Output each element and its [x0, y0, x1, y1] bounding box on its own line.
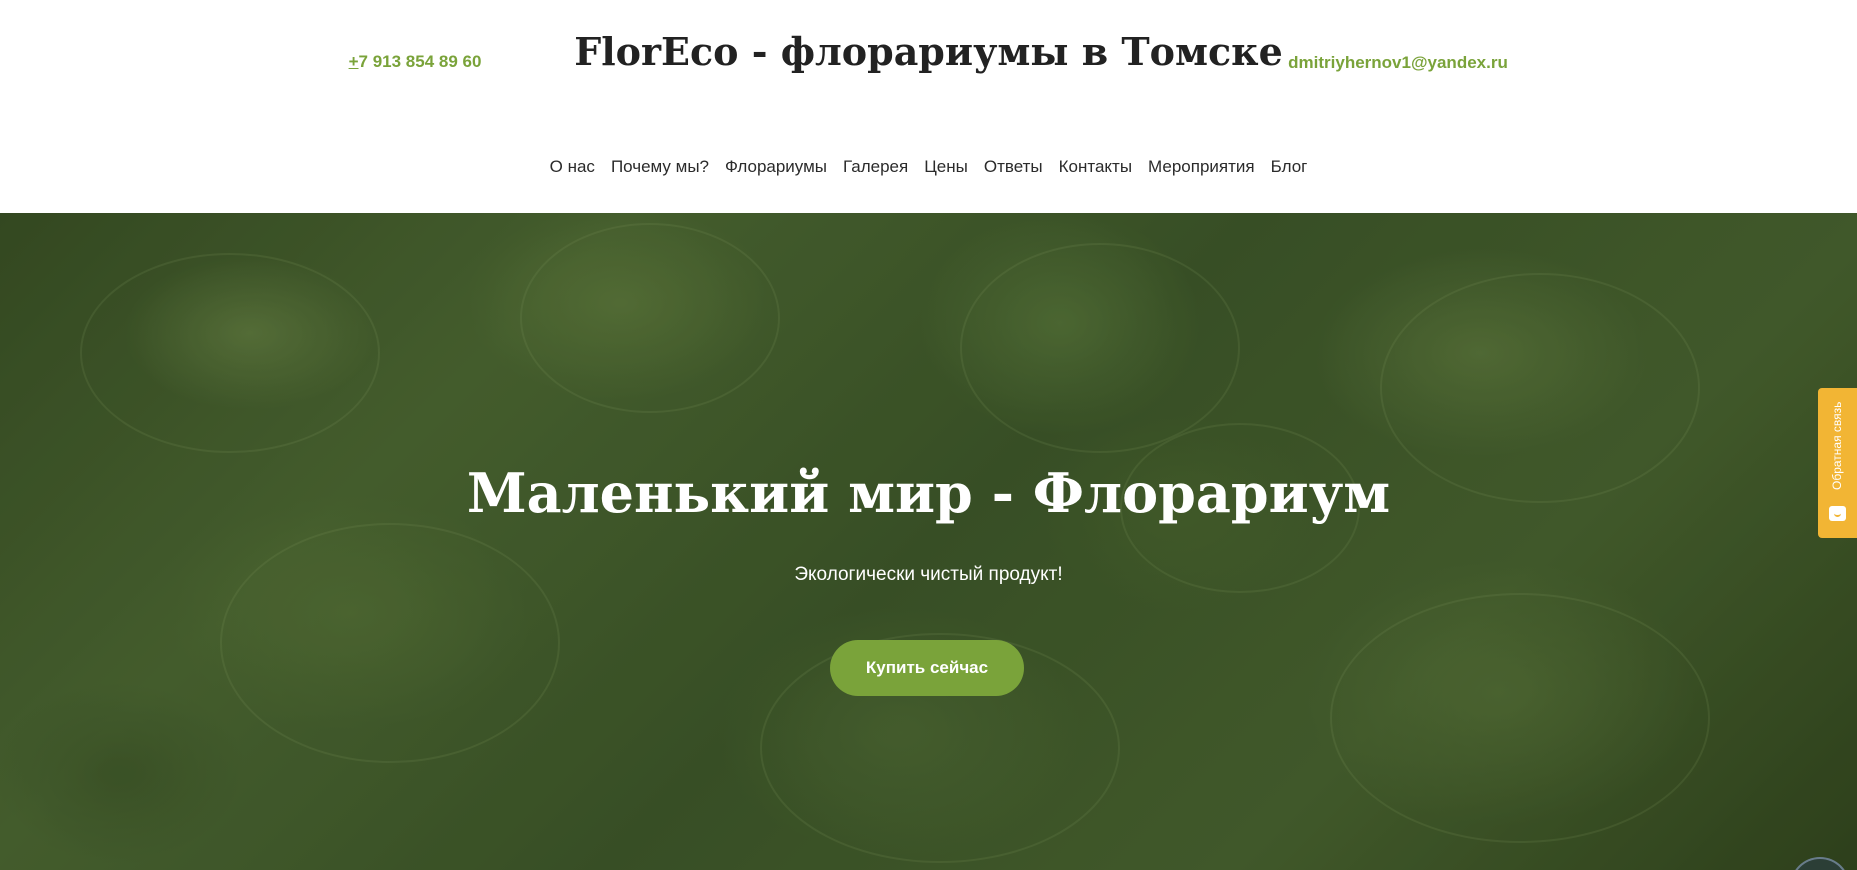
email-link[interactable]: dmitriyhernov1@yandex.ru — [1280, 50, 1516, 75]
feedback-tab[interactable]: Обратная связь — [1818, 388, 1857, 538]
nav-item-about[interactable]: О нас — [542, 152, 603, 182]
hero-title: Маленький мир - Флорариум — [466, 461, 1391, 525]
leaf-texture — [520, 223, 780, 413]
nav-item-answers[interactable]: Ответы — [976, 152, 1051, 182]
hero-subtitle: Экологически чистый продукт! — [794, 564, 1063, 585]
main-nav: О нас Почему мы? Флорариумы Галерея Цены… — [0, 152, 1857, 182]
nav-item-events[interactable]: Мероприятия — [1140, 152, 1263, 182]
nav-item-why-us[interactable]: Почему мы? — [603, 152, 717, 182]
chat-smile-icon — [1829, 506, 1846, 521]
nav-item-gallery[interactable]: Галерея — [835, 152, 916, 182]
leaf-texture — [960, 243, 1240, 453]
nav-list: О нас Почему мы? Флорариумы Галерея Цены… — [542, 152, 1316, 182]
buy-now-button[interactable]: Купить сейчас — [830, 640, 1024, 696]
nav-item-florariums[interactable]: Флорариумы — [717, 152, 835, 182]
leaf-texture — [220, 523, 560, 763]
nav-item-contacts[interactable]: Контакты — [1051, 152, 1140, 182]
nav-item-blog[interactable]: Блог — [1263, 152, 1316, 182]
leaf-texture — [1330, 593, 1710, 843]
site-title: FlorEco - флорариумы в Томске — [574, 29, 1283, 74]
leaf-texture — [80, 253, 380, 453]
page: +7 913 854 89 60 FlorEco - флорариумы в … — [0, 0, 1857, 870]
hero-section: Маленький мир - Флорариум Экологически ч… — [0, 213, 1857, 870]
site-header: +7 913 854 89 60 FlorEco - флорариумы в … — [0, 0, 1857, 213]
nav-item-prices[interactable]: Цены — [916, 152, 976, 182]
feedback-label: Обратная связь — [1830, 401, 1844, 491]
phone-link[interactable]: +7 913 854 89 60 — [300, 50, 530, 74]
